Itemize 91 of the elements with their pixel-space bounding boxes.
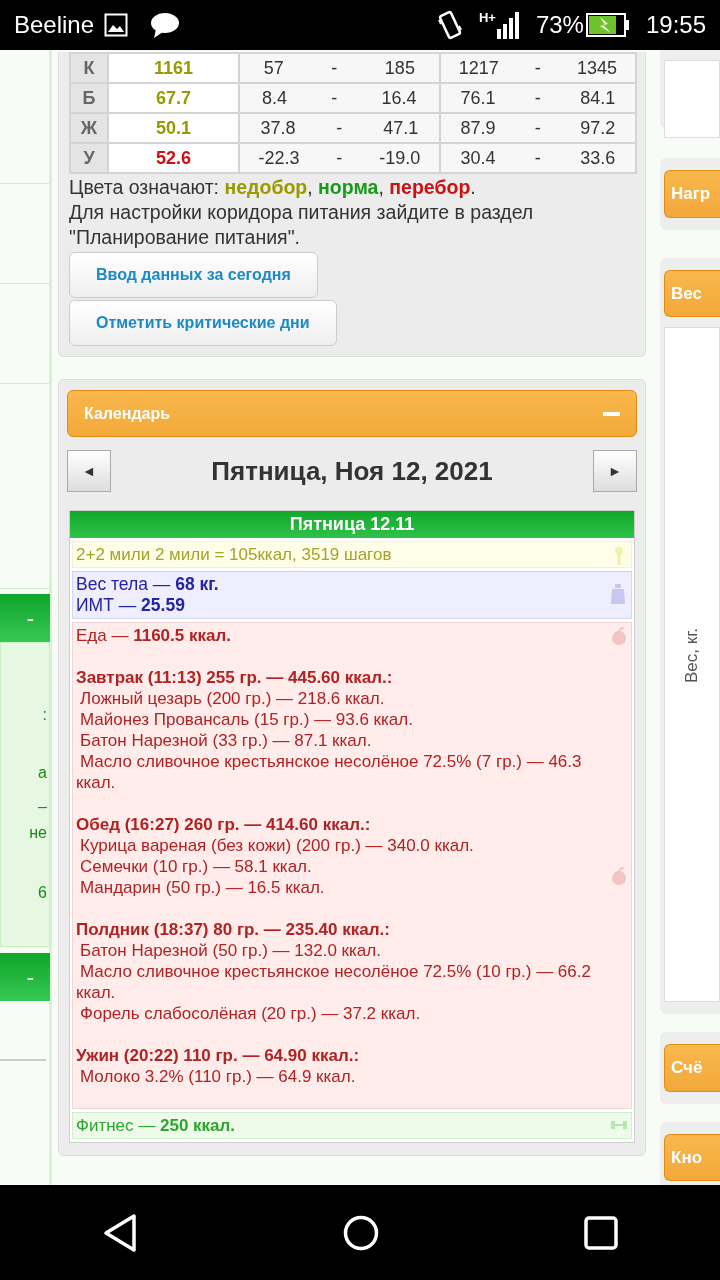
- range-dash: -: [534, 86, 541, 110]
- legend-text: Цвета означают: недобор, норма, перебор.: [69, 175, 477, 200]
- action-button[interactable]: Ввод данных за сегодня: [69, 252, 318, 298]
- axis-label: Вес, кг.: [682, 628, 702, 684]
- collapse-toggle[interactable]: -: [0, 594, 50, 642]
- collapse-toggle[interactable]: -: [0, 953, 50, 1001]
- apple-icon: [611, 627, 627, 645]
- chat-icon: [150, 11, 181, 39]
- range-dash: -: [336, 146, 343, 170]
- settings-hint: Для настройки коридора питания зайдите в раздел "Планирование питания".: [69, 200, 535, 250]
- table-cell-text: 8.4: [262, 86, 288, 110]
- back-icon: [102, 1212, 139, 1253]
- weight-icon: [611, 584, 625, 604]
- panel-button[interactable]: Кно: [664, 1133, 720, 1181]
- table-cell: К: [70, 53, 108, 83]
- table-cell: 67.7: [108, 83, 239, 113]
- table-cell-text: 84.1: [580, 86, 616, 110]
- range-dash: -: [336, 116, 343, 140]
- table-cell-text: 87.9: [460, 116, 496, 140]
- meal-item: Курица вареная (без кожи) (200 гр.) — 340.0 ккал.: [79, 835, 475, 856]
- table-cell: Б: [70, 83, 108, 113]
- text-fragment: :: [42, 705, 47, 725]
- range-dash: -: [534, 116, 541, 140]
- pin-icon: [615, 547, 623, 565]
- table-cell-text: 185: [384, 56, 415, 80]
- calendar-title: Календарь: [84, 403, 171, 424]
- meal-title: Полдник (18:37) 80 гр. — 235.40 ккал.:: [76, 919, 391, 940]
- clock-time: 19:55: [645, 10, 706, 40]
- text-fragment: а: [38, 763, 47, 783]
- panel-button[interactable]: Вес: [664, 269, 720, 317]
- meal-item: Ложный цезарь (200 гр.) — 218.6 ккал.: [79, 688, 386, 709]
- next-button[interactable]: ►: [593, 450, 637, 492]
- table-cell-text: 16.4: [381, 86, 417, 110]
- meal-item: Форель слабосолёная (20 гр.) — 37.2 ккал.: [79, 1003, 422, 1024]
- table-cell: У: [70, 143, 108, 173]
- meal-item: Майонез Провансаль (15 гр.) — 93.6 ккал.: [79, 709, 414, 730]
- table-cell-text: 47.1: [383, 116, 419, 140]
- apple-icon: [611, 867, 627, 885]
- dumbbell-icon: [611, 1119, 627, 1131]
- recents-icon: [583, 1215, 618, 1250]
- range-dash: -: [534, 146, 541, 170]
- fitness-text: Фитнес — 250 ккал.: [76, 1116, 236, 1135]
- image-icon: [104, 13, 129, 37]
- table-cell: 52.6: [108, 143, 239, 173]
- table-cell: Ж: [70, 113, 108, 143]
- table-cell-text: 1217: [458, 56, 499, 80]
- range-dash: -: [534, 56, 541, 80]
- table-cell-text: -22.3: [258, 146, 300, 170]
- table-cell-text: 33.6: [580, 146, 616, 170]
- table-cell-text: 1345: [576, 56, 617, 80]
- table-cell-text: 57: [263, 56, 284, 80]
- day-header: Пятница 12.11: [70, 511, 634, 538]
- bmi-text: ИМТ — 25.59: [76, 595, 186, 616]
- table-cell-text: -19.0: [379, 146, 421, 170]
- food-total: Еда — 1160.5 ккал.: [76, 625, 232, 646]
- battery-charging-icon: [585, 13, 630, 37]
- meal-item: Молоко 3.2% (110 гр.) — 64.9 ккал.: [79, 1066, 357, 1087]
- meal-item: Масло сливочное крестьянское несолёное 72.5% (10 гр.) — 66.2 ккал.: [76, 961, 592, 1003]
- meal-item: Мандарин (50 гр.) — 16.5 ккал.: [79, 877, 326, 898]
- table-cell-text: 97.2: [580, 116, 616, 140]
- range-dash: -: [331, 56, 338, 80]
- table-cell: 1161: [108, 53, 239, 83]
- text-fragment: не: [29, 823, 47, 843]
- meal-item: Семечки (10 гр.) — 58.1 ккал.: [79, 856, 313, 877]
- activity-text: 2+2 мили 2 мили = 105ккал, 3519 шагов: [76, 545, 392, 564]
- minimize-icon[interactable]: [603, 411, 620, 416]
- carrier-name: Beeline: [14, 10, 95, 40]
- panel-button[interactable]: Счё: [664, 1044, 720, 1092]
- panel-button[interactable]: Нагр: [664, 170, 720, 218]
- text-fragment: –: [38, 797, 47, 817]
- signal-icon: [495, 11, 520, 39]
- home-icon: [343, 1214, 379, 1251]
- meal-item: Батон Нарезной (33 гр.) — 87.1 ккал.: [79, 730, 373, 751]
- table-cell-text: 37.8: [260, 116, 296, 140]
- meal-item: Батон Нарезной (50 гр.) — 132.0 ккал.: [79, 940, 382, 961]
- action-button[interactable]: Отметить критические дни: [69, 300, 337, 346]
- previous-button[interactable]: ◄: [67, 450, 111, 492]
- table-cell: 50.1: [108, 113, 239, 143]
- meal-title: Ужин (20:22) 110 гр. — 64.90 ккал.:: [76, 1045, 361, 1066]
- battery-percent: 73%: [535, 10, 584, 40]
- meal-title: Завтрак (11:13) 255 гр. — 445.60 ккал.:: [76, 667, 394, 688]
- text-fragment: 6: [38, 883, 47, 903]
- weight-text: Вес тела — 68 кг.: [76, 574, 220, 595]
- range-dash: -: [331, 86, 338, 110]
- meal-item: Масло сливочное крестьянское несолёное 72.5% (7 гр.) — 46.3 ккал.: [76, 751, 583, 793]
- calendar-date: Пятница, Ноя 12, 2021: [211, 454, 493, 488]
- network-type: H+: [478, 11, 496, 25]
- table-cell-text: 76.1: [460, 86, 496, 110]
- table-cell-text: 30.4: [460, 146, 496, 170]
- meal-title: Обед (16:27) 260 гр. — 414.60 ккал.:: [76, 814, 372, 835]
- vibrate-icon: [436, 10, 463, 40]
